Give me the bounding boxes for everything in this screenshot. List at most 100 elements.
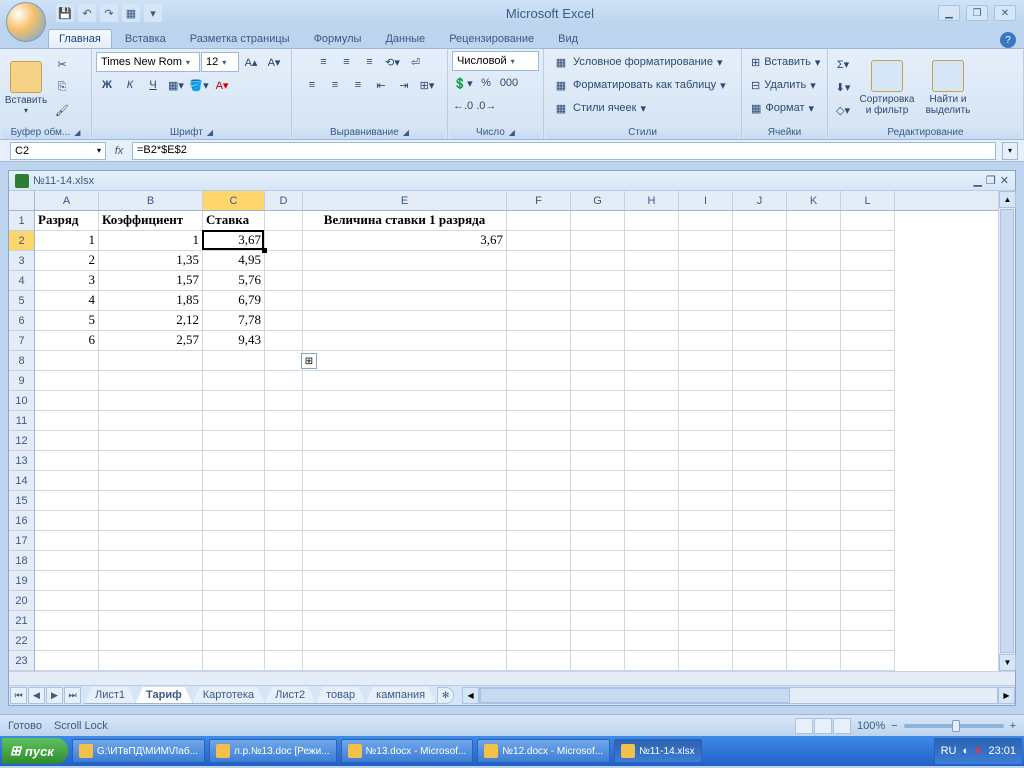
row-header-2[interactable]: 2 <box>9 231 34 251</box>
cell-L9[interactable] <box>841 371 895 391</box>
view-layout-button[interactable] <box>814 718 832 734</box>
sheet-tab-1[interactable]: Тариф <box>135 687 193 704</box>
cell-K3[interactable] <box>787 251 841 271</box>
cell-B17[interactable] <box>99 531 203 551</box>
col-header-B[interactable]: B <box>99 191 203 210</box>
cell-D21[interactable] <box>265 611 303 631</box>
cell-D8[interactable] <box>265 351 303 371</box>
cell-A21[interactable] <box>35 611 99 631</box>
cell-I9[interactable] <box>679 371 733 391</box>
cell-F21[interactable] <box>507 611 571 631</box>
format-painter-button[interactable]: 🖌 <box>51 100 73 122</box>
cell-I21[interactable] <box>679 611 733 631</box>
cell-G23[interactable] <box>571 651 625 671</box>
cell-E14[interactable] <box>303 471 507 491</box>
col-header-F[interactable]: F <box>507 191 571 210</box>
tab-nav-first[interactable]: ⏮ <box>10 687 27 704</box>
taskbar-item-0[interactable]: G:\ИТвПД\МИМ\Лаб... <box>72 739 205 763</box>
cell-F17[interactable] <box>507 531 571 551</box>
cell-C16[interactable] <box>203 511 265 531</box>
hscroll-track[interactable] <box>479 687 998 704</box>
align-right-button[interactable]: ≡ <box>347 74 369 96</box>
start-button[interactable]: ⊞пуск <box>2 738 68 764</box>
cell-C17[interactable] <box>203 531 265 551</box>
cell-C3[interactable]: 4,95 <box>203 251 265 271</box>
tab-insert[interactable]: Вставка <box>114 29 177 48</box>
cell-B13[interactable] <box>99 451 203 471</box>
clear-button[interactable]: ◇▾ <box>832 100 854 122</box>
cell-K18[interactable] <box>787 551 841 571</box>
cell-E15[interactable] <box>303 491 507 511</box>
name-box[interactable]: C2▾ <box>10 142 106 160</box>
cell-L1[interactable] <box>841 211 895 231</box>
cell-styles-button[interactable]: ▦Стили ячеек ▾ <box>548 97 737 119</box>
cell-C7[interactable]: 9,43 <box>203 331 265 351</box>
cell-F14[interactable] <box>507 471 571 491</box>
cell-B3[interactable]: 1,35 <box>99 251 203 271</box>
cell-H19[interactable] <box>625 571 679 591</box>
cell-B11[interactable] <box>99 411 203 431</box>
row-header-17[interactable]: 17 <box>9 531 34 551</box>
qat-customize[interactable]: ▾ <box>144 4 162 22</box>
cell-K6[interactable] <box>787 311 841 331</box>
cell-H10[interactable] <box>625 391 679 411</box>
row-header-11[interactable]: 11 <box>9 411 34 431</box>
fx-icon[interactable]: fx <box>110 145 128 157</box>
cell-C10[interactable] <box>203 391 265 411</box>
fill-handle[interactable] <box>262 248 267 253</box>
cell-L6[interactable] <box>841 311 895 331</box>
row-header-19[interactable]: 19 <box>9 571 34 591</box>
cell-K21[interactable] <box>787 611 841 631</box>
cell-I20[interactable] <box>679 591 733 611</box>
col-header-A[interactable]: A <box>35 191 99 210</box>
cell-J15[interactable] <box>733 491 787 511</box>
sheet-tab-4[interactable]: товар <box>315 687 366 704</box>
cell-J12[interactable] <box>733 431 787 451</box>
cell-D16[interactable] <box>265 511 303 531</box>
cell-A4[interactable]: 3 <box>35 271 99 291</box>
cell-D13[interactable] <box>265 451 303 471</box>
cell-A8[interactable] <box>35 351 99 371</box>
cell-K1[interactable] <box>787 211 841 231</box>
cell-B10[interactable] <box>99 391 203 411</box>
col-header-C[interactable]: C <box>203 191 265 210</box>
cell-C18[interactable] <box>203 551 265 571</box>
cell-J13[interactable] <box>733 451 787 471</box>
workbook-titlebar[interactable]: №11-14.xlsx ▁❐✕ <box>9 171 1015 191</box>
cell-E12[interactable] <box>303 431 507 451</box>
scroll-left-button[interactable]: ◀ <box>462 687 479 704</box>
cell-I22[interactable] <box>679 631 733 651</box>
cell-G11[interactable] <box>571 411 625 431</box>
tab-nav-next[interactable]: ▶ <box>46 687 63 704</box>
cell-E21[interactable] <box>303 611 507 631</box>
cell-L16[interactable] <box>841 511 895 531</box>
cell-A23[interactable] <box>35 651 99 671</box>
cell-H15[interactable] <box>625 491 679 511</box>
wrap-text-button[interactable]: ⏎ <box>405 51 427 73</box>
cell-A13[interactable] <box>35 451 99 471</box>
scroll-down-button[interactable]: ▼ <box>999 654 1016 671</box>
cell-L3[interactable] <box>841 251 895 271</box>
shrink-font-button[interactable]: A▾ <box>263 51 285 73</box>
number-format-combo[interactable]: Числовой▾ <box>452 51 539 71</box>
cell-J17[interactable] <box>733 531 787 551</box>
font-size-combo[interactable]: 12▾ <box>201 52 239 72</box>
cell-H14[interactable] <box>625 471 679 491</box>
zoom-slider[interactable] <box>904 724 1004 728</box>
cell-D20[interactable] <box>265 591 303 611</box>
cell-H8[interactable] <box>625 351 679 371</box>
cell-J6[interactable] <box>733 311 787 331</box>
cell-J21[interactable] <box>733 611 787 631</box>
cell-I4[interactable] <box>679 271 733 291</box>
cell-F2[interactable] <box>507 231 571 251</box>
cell-F1[interactable] <box>507 211 571 231</box>
cell-D12[interactable] <box>265 431 303 451</box>
zoom-level[interactable]: 100% <box>857 720 885 732</box>
cell-H16[interactable] <box>625 511 679 531</box>
cell-B15[interactable] <box>99 491 203 511</box>
row-header-10[interactable]: 10 <box>9 391 34 411</box>
cell-G5[interactable] <box>571 291 625 311</box>
cell-E11[interactable] <box>303 411 507 431</box>
cell-H21[interactable] <box>625 611 679 631</box>
cell-J18[interactable] <box>733 551 787 571</box>
